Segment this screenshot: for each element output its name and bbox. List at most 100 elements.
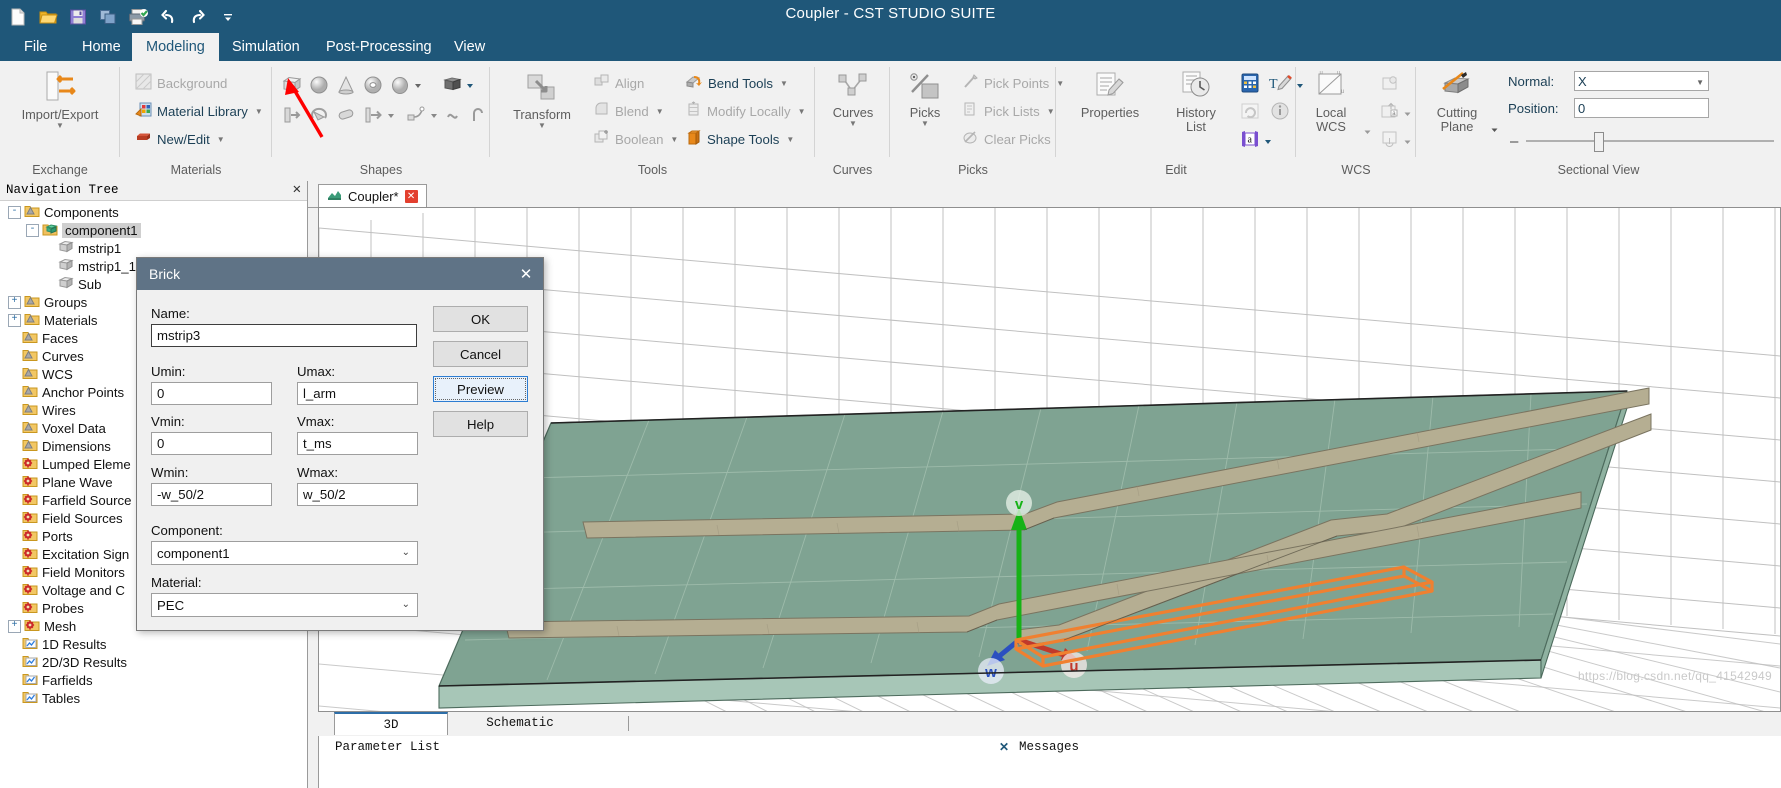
cone-icon[interactable] xyxy=(334,73,358,97)
chevron-down-icon[interactable]: ▼ xyxy=(798,107,806,116)
tree-expander-expand[interactable]: + xyxy=(8,314,21,327)
torus-icon[interactable] xyxy=(361,73,385,97)
view-tab-3d[interactable]: 3D xyxy=(334,712,448,735)
picks-button[interactable]: Picks ▼ xyxy=(894,73,956,127)
wcs-align-icon[interactable] xyxy=(1378,71,1402,95)
chevron-down-icon[interactable]: ▼ xyxy=(670,135,678,144)
umax-input[interactable]: l_arm xyxy=(297,382,418,405)
chevron-down-icon[interactable] xyxy=(1362,119,1372,143)
chevron-down-icon[interactable]: ▼ xyxy=(56,122,64,129)
shape-tools-button[interactable]: Shape Tools ▼ xyxy=(685,129,794,149)
chevron-down-icon[interactable] xyxy=(1489,117,1499,141)
history-list-button[interactable]: History List xyxy=(1161,71,1231,134)
tree-expander-collapse[interactable]: - xyxy=(26,224,39,237)
boolean-button[interactable]: Boolean ▼ xyxy=(593,129,678,149)
chevron-down-icon[interactable]: ▼ xyxy=(780,79,788,88)
parameter-list-label[interactable]: Parameter List xyxy=(335,740,440,754)
rename-icon[interactable]: T xyxy=(1268,71,1292,95)
chevron-down-icon[interactable]: ▼ xyxy=(538,122,546,129)
tree-item-1d-results[interactable]: 1D Results xyxy=(0,635,307,653)
vmin-input[interactable]: 0 xyxy=(151,432,272,455)
position-input[interactable]: 0 xyxy=(1574,98,1709,118)
umin-input[interactable]: 0 xyxy=(151,382,272,405)
ok-button[interactable]: OK xyxy=(433,306,528,332)
tree-item-2d-3d-results[interactable]: 2D/3D Results xyxy=(0,653,307,671)
calculator-icon[interactable] xyxy=(1238,71,1262,95)
pick-points-button[interactable]: Pick Points ▼ xyxy=(962,73,1064,93)
tab-file[interactable]: File xyxy=(10,33,61,61)
material-library-button[interactable]: Material Library ▼ xyxy=(135,101,263,121)
slider-minus-icon[interactable]: – xyxy=(1510,133,1518,150)
extrude-icon[interactable] xyxy=(280,103,304,127)
loft-icon[interactable] xyxy=(334,103,358,127)
local-wcs-button[interactable]: uuu Local WCS xyxy=(1300,71,1362,134)
tree-item-component1[interactable]: -component1 xyxy=(0,221,307,239)
wcs-anchor-icon[interactable] xyxy=(1378,127,1402,151)
chevron-down-icon[interactable]: ⌄ xyxy=(402,599,410,610)
brick-dialog[interactable]: Brick ✕ Name: mstrip3 Umin: 0 Umax: l_ar… xyxy=(136,257,544,631)
parametric-update-icon[interactable]: a xyxy=(1238,127,1262,151)
chevron-down-icon[interactable] xyxy=(428,103,440,127)
blend-button[interactable]: Blend ▼ xyxy=(593,101,664,121)
chevron-down-icon[interactable]: ▼ xyxy=(849,120,857,127)
shape-dropdown-icon[interactable] xyxy=(412,73,424,97)
chevron-down-icon[interactable] xyxy=(464,73,476,97)
chevron-down-icon[interactable] xyxy=(1262,129,1274,153)
tree-item-components[interactable]: -Components xyxy=(0,203,307,221)
wmin-input[interactable]: -w_50/2 xyxy=(151,483,272,506)
document-tab-coupler[interactable]: Coupler* ✕ xyxy=(318,184,427,208)
close-icon[interactable]: ✕ xyxy=(293,182,301,198)
view-tab-schematic[interactable]: Schematic xyxy=(450,712,590,735)
tab-simulation[interactable]: Simulation xyxy=(218,33,314,61)
tree-item-mstrip1[interactable]: mstrip1 xyxy=(0,239,307,257)
chevron-down-icon[interactable]: ⌄ xyxy=(402,547,410,558)
help-button[interactable]: Help xyxy=(433,411,528,437)
trace-icon[interactable] xyxy=(361,103,385,127)
align-button[interactable]: Align xyxy=(593,73,644,93)
rotate-icon[interactable] xyxy=(307,103,331,127)
tab-home[interactable]: Home xyxy=(68,33,135,61)
sphere-icon[interactable] xyxy=(307,73,331,97)
vmax-input[interactable]: t_ms xyxy=(297,432,418,455)
info-icon[interactable] xyxy=(1268,99,1292,123)
wcs-move-icon[interactable]: a xyxy=(1378,99,1402,123)
clear-picks-button[interactable]: Clear Picks xyxy=(962,129,1051,149)
chevron-down-icon[interactable] xyxy=(1402,101,1412,125)
tree-item-farfields[interactable]: Farfields xyxy=(0,671,307,689)
close-icon[interactable]: ✕ xyxy=(999,740,1009,754)
hook-curve-icon[interactable] xyxy=(466,103,490,127)
transform-button[interactable]: Transform ▼ xyxy=(498,73,586,129)
position-slider-thumb[interactable] xyxy=(1594,132,1604,152)
cancel-button[interactable]: Cancel xyxy=(433,341,528,367)
extrude-face-icon[interactable] xyxy=(440,73,464,97)
chevron-down-icon[interactable]: ▼ xyxy=(1696,78,1704,87)
tree-expander-expand[interactable]: + xyxy=(8,296,21,309)
chevron-down-icon[interactable] xyxy=(385,103,397,127)
chevron-down-icon[interactable] xyxy=(1402,129,1412,153)
background-button[interactable]: Background xyxy=(135,73,227,93)
wmax-input[interactable]: w_50/2 xyxy=(297,483,418,506)
chevron-down-icon[interactable]: ▼ xyxy=(656,107,664,116)
tree-expander-collapse[interactable]: - xyxy=(8,206,21,219)
tree-item-tables[interactable]: Tables xyxy=(0,689,307,707)
new-edit-material-button[interactable]: New/Edit ▼ xyxy=(135,129,225,149)
chevron-down-icon[interactable]: ▼ xyxy=(1047,107,1055,116)
ellipsoid-icon[interactable] xyxy=(388,73,412,97)
name-input[interactable]: mstrip3 xyxy=(151,324,417,347)
wave-curve-icon[interactable] xyxy=(444,103,468,127)
normal-select[interactable]: X ▼ xyxy=(1574,71,1709,91)
close-icon[interactable]: ✕ xyxy=(515,263,537,285)
chevron-down-icon[interactable]: ▼ xyxy=(255,107,263,116)
curves-button[interactable]: Curves ▼ xyxy=(819,73,887,127)
position-slider-track[interactable] xyxy=(1526,140,1774,142)
tree-expander-expand[interactable]: + xyxy=(8,620,21,633)
close-icon[interactable]: ✕ xyxy=(405,190,418,203)
cutting-plane-button[interactable]: Cutting Plane xyxy=(1424,71,1490,134)
chevron-down-icon[interactable]: ▼ xyxy=(921,120,929,127)
component-select[interactable]: component1 ⌄ xyxy=(151,541,418,565)
bend-tools-button[interactable]: Bend Tools ▼ xyxy=(685,73,788,93)
bend-curve-icon[interactable] xyxy=(404,103,428,127)
tab-modeling[interactable]: Modeling xyxy=(132,33,219,61)
chevron-down-icon[interactable]: ▼ xyxy=(786,135,794,144)
chevron-down-icon[interactable]: ▼ xyxy=(217,135,225,144)
